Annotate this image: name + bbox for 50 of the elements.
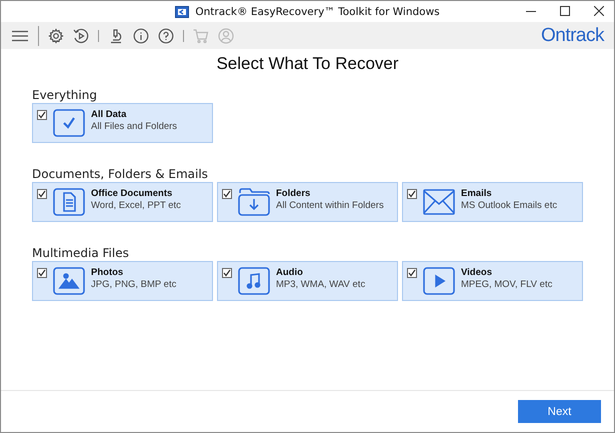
option-card[interactable]: Emails MS Outlook Emails etc xyxy=(402,182,583,222)
checkbox[interactable] xyxy=(407,189,417,199)
picture-icon xyxy=(53,267,85,295)
option-title: Audio xyxy=(276,267,304,279)
checkbox[interactable] xyxy=(37,268,47,278)
option-card[interactable]: Audio MP3, WMA, WAV etc xyxy=(217,261,398,301)
next-button[interactable]: Next xyxy=(518,400,601,423)
option-description: MPEG, MOV, FLV etc xyxy=(461,279,552,291)
envelope-icon xyxy=(423,188,455,216)
checkbox[interactable] xyxy=(407,268,417,278)
option-description: MS Outlook Emails etc xyxy=(461,200,558,212)
option-description: Word, Excel, PPT etc xyxy=(91,200,181,212)
option-description: MP3, WMA, WAV etc xyxy=(276,279,366,291)
option-title: Emails xyxy=(461,188,493,200)
settings-icon[interactable] xyxy=(48,28,64,44)
option-description: All Files and Folders xyxy=(91,121,178,133)
option-title: Videos xyxy=(461,267,493,279)
option-title: All Data xyxy=(91,109,128,121)
play-icon xyxy=(423,267,455,295)
option-title: Folders xyxy=(276,188,312,200)
close-button[interactable] xyxy=(594,6,604,16)
option-title: Office Documents xyxy=(91,188,174,200)
checkbox[interactable] xyxy=(222,189,232,199)
window-title: Ontrack® EasyRecovery™ Toolkit for Windows xyxy=(195,6,440,18)
history-icon[interactable] xyxy=(73,28,89,44)
option-card[interactable]: All Data All Files and Folders xyxy=(32,103,213,143)
option-card[interactable]: Folders All Content within Folders xyxy=(217,182,398,222)
option-card[interactable]: Photos JPG, PNG, BMP etc xyxy=(32,261,213,301)
page-heading: Select What To Recover xyxy=(215,54,400,74)
info-icon[interactable] xyxy=(133,28,149,44)
document-icon xyxy=(53,188,85,216)
checkbox[interactable] xyxy=(37,110,47,120)
option-card[interactable]: Videos MPEG, MOV, FLV etc xyxy=(402,261,583,301)
option-description: All Content within Folders xyxy=(276,200,384,212)
help-icon[interactable] xyxy=(158,28,174,44)
checkbox[interactable] xyxy=(222,268,232,278)
microscope-icon[interactable] xyxy=(108,28,124,44)
maximize-button[interactable] xyxy=(560,6,570,16)
option-title: Photos xyxy=(91,267,124,279)
option-description: JPG, PNG, BMP etc xyxy=(91,279,176,291)
app-icon xyxy=(175,6,190,18)
checkbox[interactable] xyxy=(37,189,47,199)
music-note-icon xyxy=(238,267,270,295)
checkmark-icon xyxy=(53,109,85,137)
folder-icon xyxy=(238,188,270,216)
ontrack-logo: Ontrack xyxy=(540,24,604,46)
section-title: Multimedia Files xyxy=(32,246,130,260)
option-card[interactable]: Office Documents Word, Excel, PPT etc xyxy=(32,182,213,222)
section-title: Documents, Folders & Emails xyxy=(32,167,209,181)
section-title: Everything xyxy=(32,88,98,102)
